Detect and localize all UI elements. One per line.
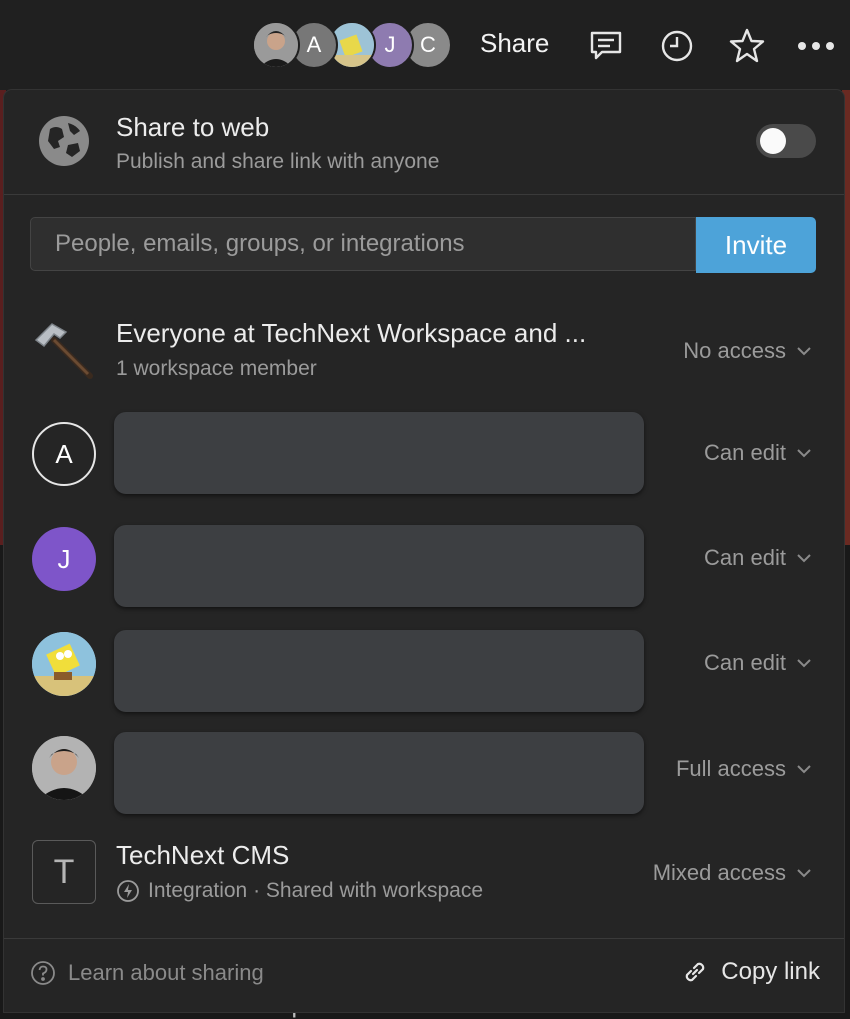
- access-dropdown[interactable]: No access: [683, 338, 812, 364]
- invite-input[interactable]: [30, 217, 696, 271]
- access-dropdown[interactable]: Can edit: [704, 440, 812, 466]
- access-label: Mixed access: [652, 860, 786, 885]
- history-clock-icon[interactable]: [657, 26, 697, 66]
- redacted-member-info: [114, 732, 644, 814]
- access-label: Can edit: [704, 440, 786, 465]
- member-row: A Can edit: [4, 410, 844, 500]
- integration-row: T TechNext CMS Integration · Shared with…: [4, 832, 844, 922]
- photo-avatar[interactable]: [252, 21, 300, 69]
- access-label: Can edit: [704, 545, 786, 570]
- integration-subtitle: Integration · Shared with workspace: [116, 879, 483, 903]
- redacted-member-info: [114, 525, 644, 607]
- redacted-member-info: [114, 630, 644, 712]
- more-dots-icon[interactable]: [796, 26, 836, 66]
- member-row: Can edit: [4, 628, 844, 718]
- divider: [4, 938, 844, 939]
- access-dropdown[interactable]: Mixed access: [653, 860, 812, 886]
- share-to-web-row: Share to web Publish and share link with…: [4, 90, 844, 194]
- star-icon[interactable]: [727, 26, 767, 66]
- workspace-member-count: 1 workspace member: [116, 357, 317, 380]
- workspace-access-row: Everyone at TechNext Workspace and ... 1…: [4, 310, 844, 390]
- integration-avatar: T: [32, 840, 96, 904]
- lightning-icon: [117, 880, 139, 902]
- chevron-down-icon: [797, 765, 811, 774]
- help-icon: [31, 961, 55, 985]
- share-panel: Share to web Publish and share link with…: [4, 90, 844, 1012]
- integration-title: TechNext CMS: [116, 840, 290, 870]
- link-icon: [686, 962, 705, 982]
- initial-avatar-j: J: [32, 527, 96, 591]
- photo-avatar: [32, 736, 96, 800]
- access-dropdown[interactable]: Can edit: [704, 650, 812, 676]
- chevron-down-icon: [797, 347, 811, 356]
- toggle-knob: [760, 128, 786, 154]
- chevron-down-icon: [797, 869, 811, 878]
- access-label: No access: [683, 338, 786, 363]
- member-row: Full access: [4, 730, 844, 820]
- copy-link-label: Copy link: [721, 958, 820, 985]
- access-label: Full access: [675, 756, 786, 781]
- chevron-down-icon: [797, 449, 811, 458]
- spongebob-avatar: [32, 632, 96, 696]
- access-dropdown[interactable]: Can edit: [704, 545, 812, 571]
- access-label: Can edit: [704, 650, 786, 675]
- learn-about-sharing-label: Learn about sharing: [68, 960, 264, 985]
- top-bar: A J C Share: [0, 0, 850, 90]
- hammer-icon: [32, 318, 96, 382]
- globe-icon: [38, 115, 90, 167]
- integration-subtitle-text: Integration · Shared with workspace: [148, 879, 484, 902]
- member-row: J Can edit: [4, 523, 844, 613]
- share-to-web-title: Share to web: [116, 112, 270, 142]
- chevron-down-icon: [797, 554, 811, 563]
- redacted-member-info: [114, 412, 644, 494]
- invite-bar: Invite: [30, 217, 816, 273]
- learn-about-sharing-link[interactable]: Learn about sharing: [30, 960, 264, 986]
- share-to-web-toggle[interactable]: [756, 124, 816, 158]
- share-to-web-subtitle: Publish and share link with anyone: [116, 150, 440, 173]
- copy-link-button[interactable]: Copy link: [681, 958, 820, 986]
- chevron-down-icon: [797, 659, 811, 668]
- invite-button[interactable]: Invite: [696, 217, 816, 273]
- initial-avatar-a: A: [32, 422, 96, 486]
- share-button[interactable]: Share: [480, 28, 549, 59]
- comments-icon[interactable]: [586, 26, 626, 66]
- workspace-title: Everyone at TechNext Workspace and ...: [116, 318, 587, 348]
- access-dropdown[interactable]: Full access: [676, 756, 812, 782]
- divider: [4, 194, 844, 195]
